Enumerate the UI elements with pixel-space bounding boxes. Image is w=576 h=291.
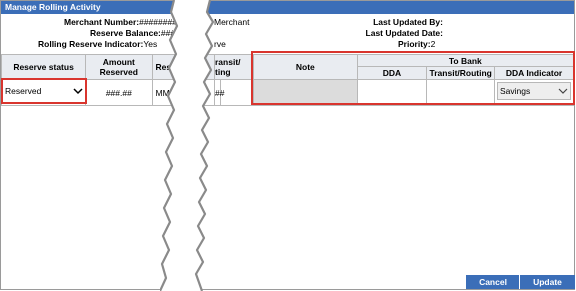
rolling-reserve-row: Rolling Reserve Indicator:Yes bbox=[38, 39, 157, 50]
rolling-reserve-value: Yes bbox=[143, 39, 158, 49]
cancel-button[interactable]: Cancel bbox=[465, 275, 520, 289]
priority-row: Priority:2 bbox=[398, 39, 435, 50]
dda-input[interactable] bbox=[356, 79, 428, 106]
last-updated-by-label: Last Updated By: bbox=[373, 17, 443, 27]
last-updated-date-label: Last Updated Date: bbox=[365, 28, 443, 38]
chevron-down-icon bbox=[73, 88, 83, 95]
reserve-status-select[interactable]: Reserved bbox=[5, 82, 83, 100]
col-transit-routing: Transit/Routing bbox=[426, 66, 496, 80]
dda-indicator-select[interactable]: Savings bbox=[497, 82, 571, 100]
col-dda: DDA bbox=[356, 66, 428, 80]
reserve-status-value: Reserved bbox=[5, 86, 42, 96]
priority-value: 2 bbox=[430, 39, 436, 49]
col-reserve-status: Reserve status bbox=[0, 54, 87, 80]
col-dda-indicator: DDA Indicator bbox=[494, 66, 574, 80]
dda-indicator-value: Savings bbox=[500, 86, 531, 96]
priority-label: Priority: bbox=[398, 39, 431, 49]
amount-reserved-cell: ###.## bbox=[85, 79, 153, 106]
note-input[interactable] bbox=[253, 79, 358, 106]
button-bar: Cancel Update bbox=[1, 275, 575, 289]
col-amount-reserved: Amount Reserved bbox=[85, 54, 153, 80]
col-note: Note bbox=[253, 54, 358, 80]
torn-edge-decoration bbox=[160, 0, 215, 291]
update-button[interactable]: Update bbox=[519, 275, 575, 289]
window-title: Manage Rolling Activity bbox=[1, 1, 574, 14]
chevron-down-icon bbox=[558, 88, 568, 94]
transit-routing-input[interactable] bbox=[426, 79, 496, 106]
col-to-bank: To Bank bbox=[356, 54, 575, 67]
merchant-number-label: Merchant Number: bbox=[64, 17, 140, 27]
reserve-balance-label: Reserve Balance: bbox=[90, 28, 161, 38]
rolling-reserve-label: Rolling Reserve Indicator: bbox=[38, 39, 144, 49]
